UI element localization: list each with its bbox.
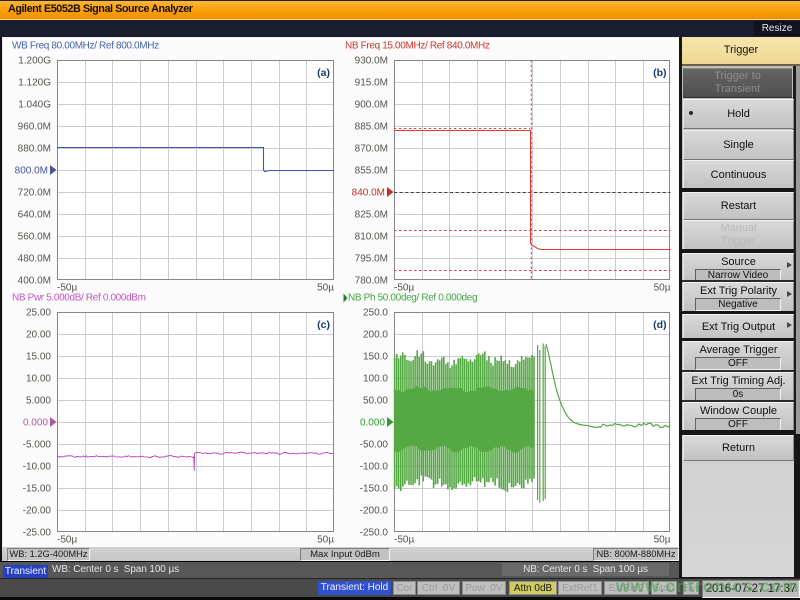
svg-text:-200.0: -200.0 [360,505,389,516]
svg-text:885.0M: 885.0M [355,121,388,132]
svg-text:50µ: 50µ [317,283,334,294]
svg-text:-50µ: -50µ [394,535,414,546]
svg-text:(a): (a) [317,67,330,79]
svg-text:20.00: 20.00 [26,329,51,340]
svg-text:870.0M: 870.0M [355,143,388,154]
svg-text:795.0M: 795.0M [355,253,388,264]
svg-text:1.120G: 1.120G [18,77,51,88]
svg-text:960.0M: 960.0M [18,121,51,132]
svg-text:800.0M: 800.0M [15,165,48,176]
svg-text:5.000: 5.000 [26,395,51,406]
svg-text:50µ: 50µ [317,535,334,546]
svg-text:50µ: 50µ [654,535,671,546]
svg-text:NB Ph 50.00deg/ Ref 0.000deg: NB Ph 50.00deg/ Ref 0.000deg [348,293,477,304]
svg-text:400.0M: 400.0M [18,275,51,286]
svg-text:(b): (b) [653,67,666,79]
svg-text:720.0M: 720.0M [18,187,51,198]
svg-text:-15.00: -15.00 [23,483,52,494]
svg-text:-150.0: -150.0 [360,483,389,494]
svg-text:NB Freq 15.00MHz/ Ref 840.0MHz: NB Freq 15.00MHz/ Ref 840.0MHz [345,41,490,52]
svg-text:100.0: 100.0 [363,373,388,384]
svg-text:250.0: 250.0 [363,307,388,318]
svg-text:NB Pwr 5.000dB/ Ref 0.000dBm: NB Pwr 5.000dB/ Ref 0.000dBm [12,293,146,304]
svg-text:-100.0: -100.0 [360,461,389,472]
svg-text:-25.00: -25.00 [23,527,52,538]
svg-text:825.0M: 825.0M [355,209,388,220]
svg-text:150.0: 150.0 [363,351,388,362]
svg-text:480.0M: 480.0M [18,253,51,264]
svg-text:900.0M: 900.0M [355,99,388,110]
svg-text:-50.00: -50.00 [360,439,389,450]
svg-text:-50µ: -50µ [57,535,77,546]
svg-text:25.00: 25.00 [26,307,51,318]
svg-text:880.0M: 880.0M [18,143,51,154]
svg-text:(c): (c) [317,319,330,331]
svg-text:-20.00: -20.00 [23,505,52,516]
svg-text:0.000: 0.000 [23,417,48,428]
svg-text:15.00: 15.00 [26,351,51,362]
svg-text:-5.000: -5.000 [23,439,52,450]
svg-text:930.0M: 930.0M [355,55,388,66]
svg-text:1.040G: 1.040G [18,99,51,110]
svg-text:810.0M: 810.0M [355,231,388,242]
svg-text:-10.00: -10.00 [23,461,52,472]
svg-text:50µ: 50µ [654,283,671,294]
svg-text:855.0M: 855.0M [355,165,388,176]
svg-text:0.000: 0.000 [360,417,385,428]
svg-text:780.0M: 780.0M [355,275,388,286]
svg-text:840.0M: 840.0M [352,187,385,198]
svg-text:560.0M: 560.0M [18,231,51,242]
svg-text:WB Freq 80.00MHz/ Ref 800.0MHz: WB Freq 80.00MHz/ Ref 800.0MHz [12,41,159,52]
svg-text:915.0M: 915.0M [355,77,388,88]
svg-text:50.00: 50.00 [363,395,388,406]
svg-text:200.0: 200.0 [363,329,388,340]
svg-text:10.00: 10.00 [26,373,51,384]
svg-text:-250.0: -250.0 [360,527,389,538]
svg-text:(d): (d) [653,319,666,331]
svg-text:640.0M: 640.0M [18,209,51,220]
svg-text:1.200G: 1.200G [18,55,51,66]
